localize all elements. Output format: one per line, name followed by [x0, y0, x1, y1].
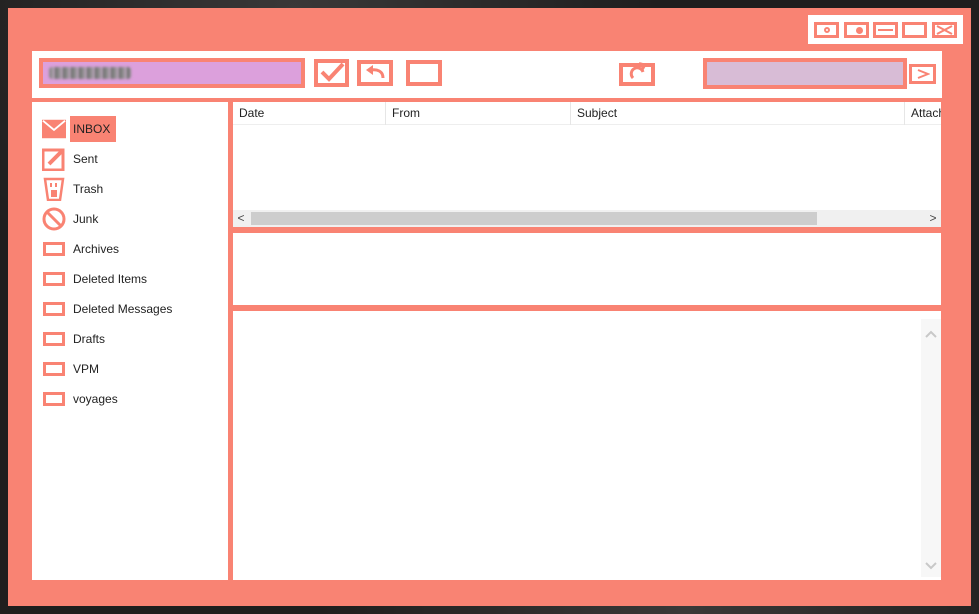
maximize-icon[interactable]: [902, 21, 928, 38]
scrollbar-thumb[interactable]: [251, 212, 817, 225]
folder-icon: [42, 357, 66, 381]
folder-label: Archives: [73, 242, 120, 256]
column-attach[interactable]: Attach: [905, 102, 941, 125]
vertical-scrollbar[interactable]: [921, 319, 941, 577]
message-list: Date From Subject Attach < >: [233, 102, 941, 227]
folder-icon: [42, 297, 66, 321]
redacted-account-name: [49, 67, 131, 79]
settings-icon[interactable]: [814, 21, 840, 38]
account-field[interactable]: [39, 58, 305, 88]
folder-junk[interactable]: Junk: [42, 204, 101, 234]
pencil-icon: [42, 147, 66, 171]
toggle-icon[interactable]: [843, 21, 869, 38]
folder-inbox[interactable]: INBOX: [42, 114, 117, 144]
column-from[interactable]: From: [386, 102, 571, 125]
window-controls: [808, 15, 963, 44]
close-icon[interactable]: [931, 21, 957, 38]
folder-icon: [42, 267, 66, 291]
horizontal-scrollbar[interactable]: < >: [233, 210, 941, 227]
check-icon[interactable]: [314, 59, 349, 87]
message-preview-body: [233, 311, 941, 580]
minimize-icon[interactable]: [872, 21, 898, 38]
folder-label: Deleted Items: [73, 272, 148, 286]
folder-label: Junk: [73, 212, 99, 226]
refresh-icon[interactable]: [619, 60, 655, 86]
folder-sent[interactable]: Sent: [42, 144, 101, 174]
folder-archives[interactable]: Archives: [42, 234, 122, 264]
scroll-down-arrow[interactable]: [921, 557, 941, 573]
folder-label: Sent: [73, 152, 98, 166]
scroll-right-arrow[interactable]: >: [925, 210, 941, 227]
folder-icon: [42, 237, 66, 261]
send-arrow-icon[interactable]: [909, 64, 936, 84]
blank-button-icon[interactable]: [406, 60, 442, 86]
message-preview-header: [233, 233, 941, 305]
folder-voyages[interactable]: voyages: [42, 384, 121, 414]
scroll-up-arrow[interactable]: [921, 325, 941, 341]
envelope-icon: [42, 117, 66, 141]
toolbar: [32, 51, 942, 98]
trash-icon: [42, 177, 66, 201]
folder-vpm[interactable]: VPM: [42, 354, 102, 384]
folder-label: Deleted Messages: [73, 302, 173, 316]
folder-deleted-items[interactable]: Deleted Items: [42, 264, 150, 294]
column-date[interactable]: Date: [233, 102, 386, 125]
no-entry-icon: [42, 207, 66, 231]
folder-deleted-messages[interactable]: Deleted Messages: [42, 294, 175, 324]
column-subject[interactable]: Subject: [571, 102, 905, 125]
scroll-left-arrow[interactable]: <: [233, 210, 249, 227]
folder-icon: [42, 387, 66, 411]
folder-label: Trash: [73, 182, 104, 196]
search-input[interactable]: [703, 58, 907, 89]
column-headers: Date From Subject Attach: [233, 102, 941, 125]
folder-label: VPM: [73, 362, 100, 376]
folder-pane: INBOX Sent Trash Junk Archives Deleted I…: [32, 102, 228, 580]
folder-icon: [42, 327, 66, 351]
folder-drafts[interactable]: Drafts: [42, 324, 108, 354]
mail-client-window: INBOX Sent Trash Junk Archives Deleted I…: [8, 8, 971, 606]
folder-label: voyages: [73, 392, 118, 406]
undo-icon[interactable]: [357, 60, 393, 86]
folder-label: Drafts: [73, 332, 106, 346]
folder-label: INBOX: [70, 116, 117, 142]
folder-trash[interactable]: Trash: [42, 174, 106, 204]
